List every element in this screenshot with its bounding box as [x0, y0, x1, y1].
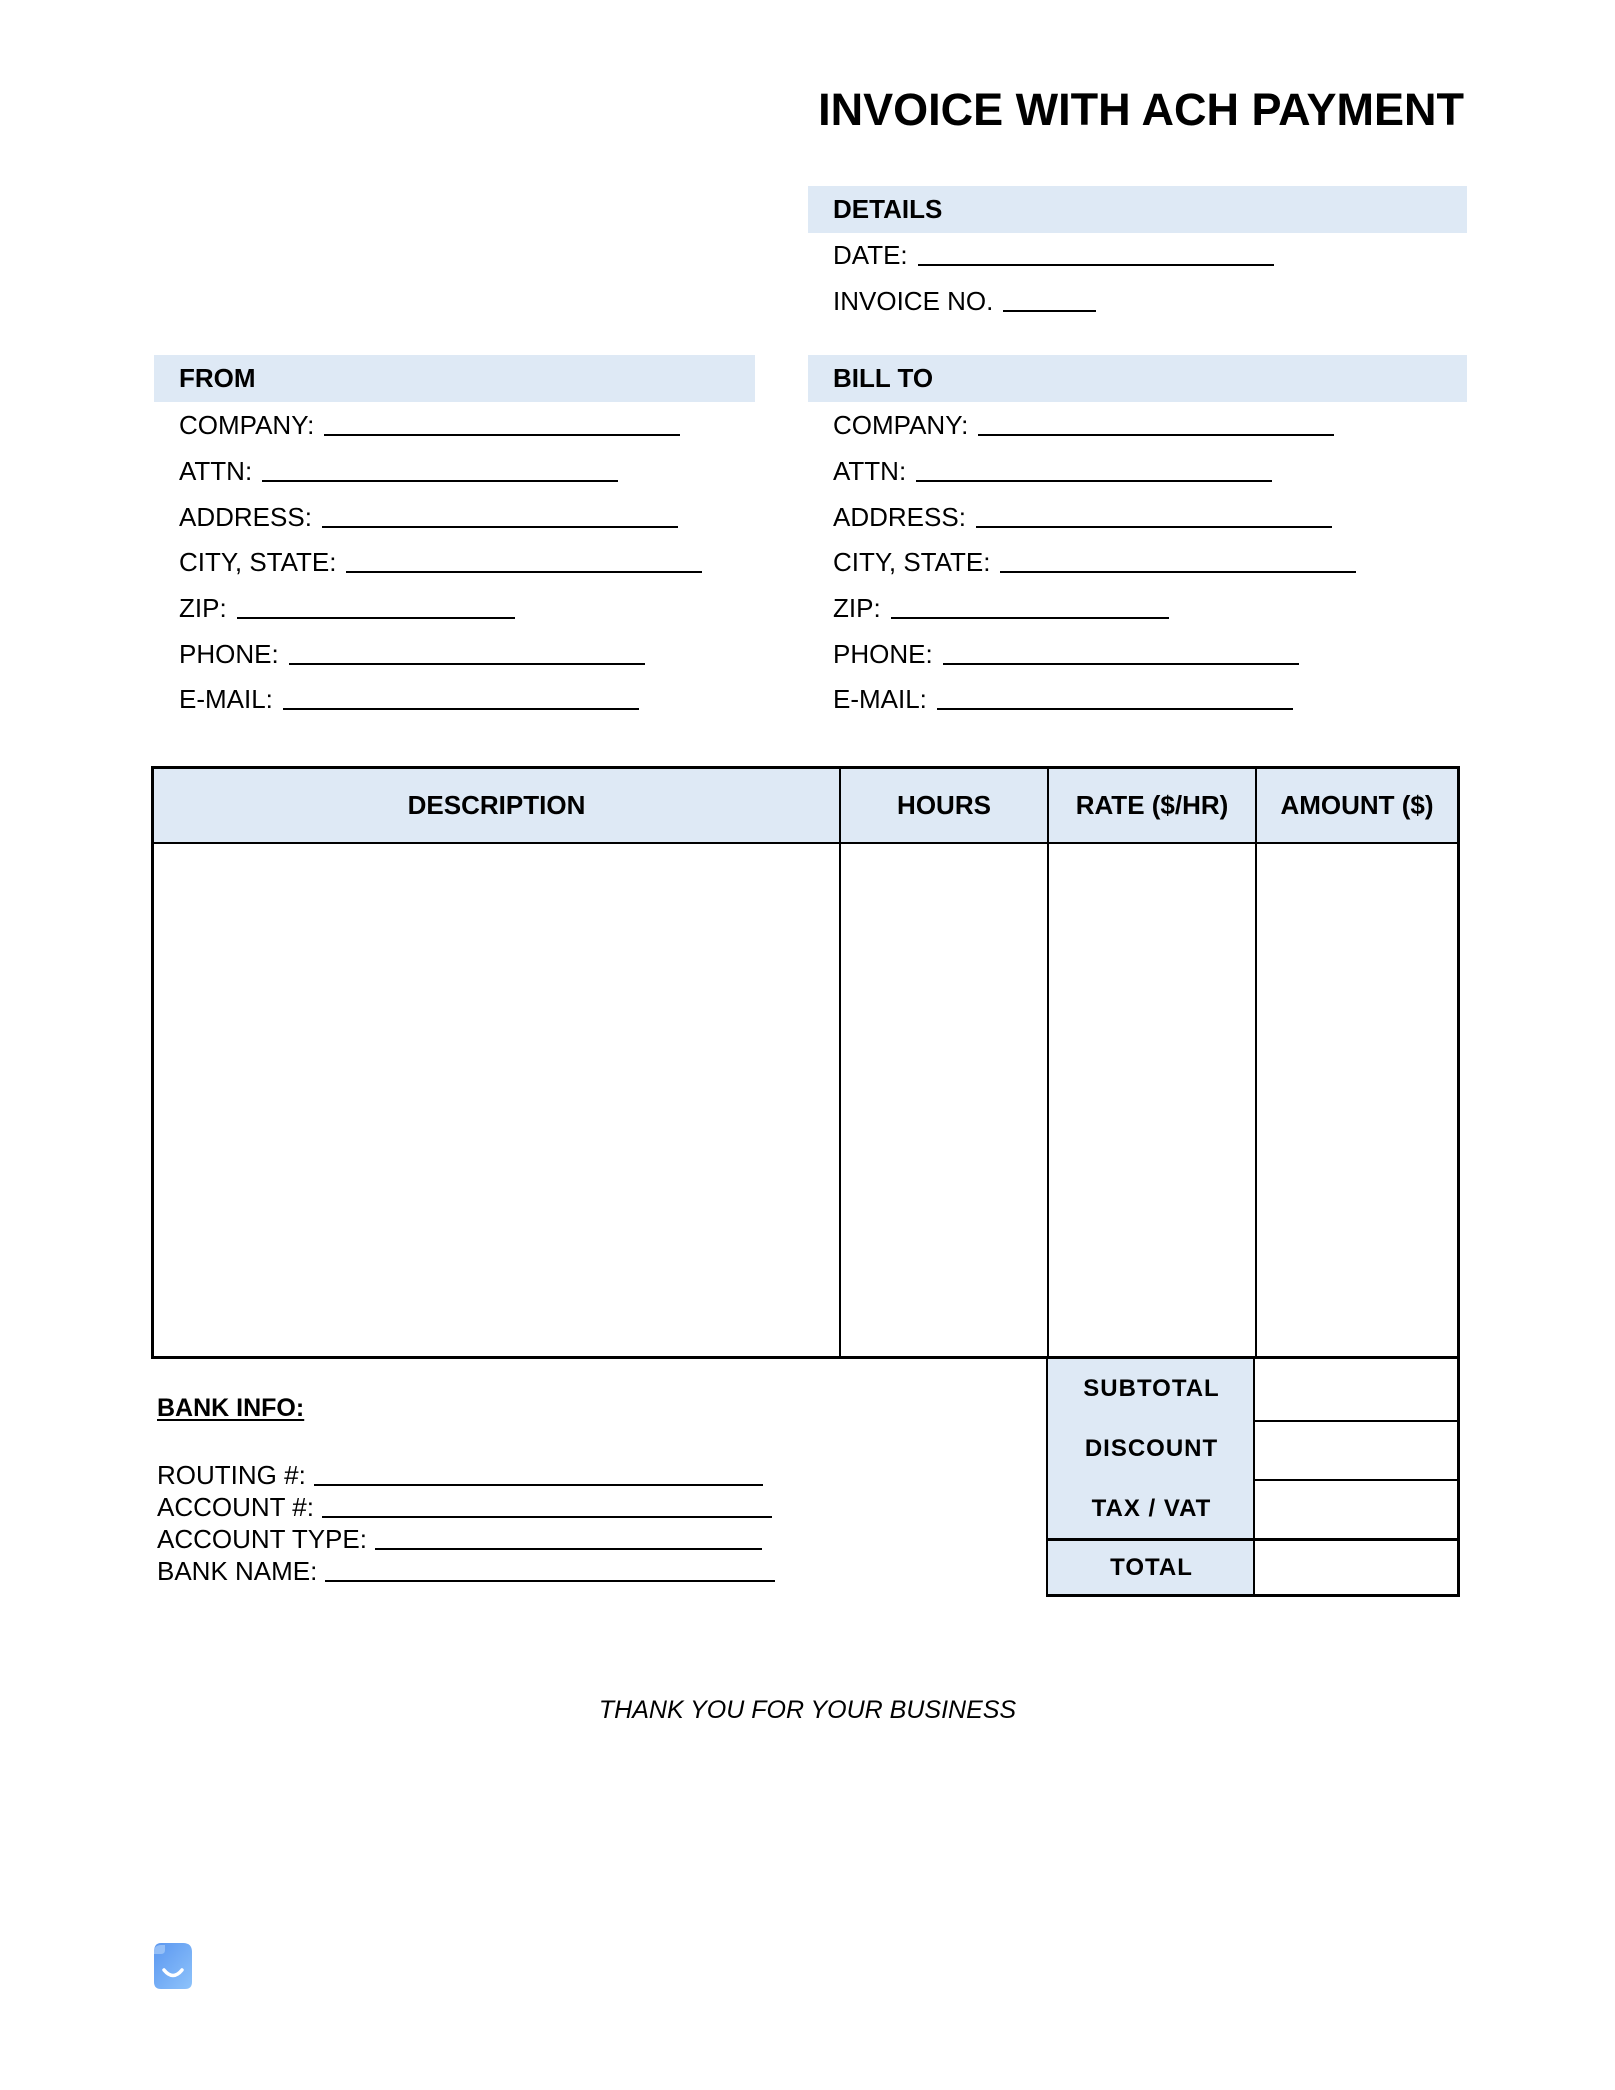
date-field[interactable]: DATE: [833, 226, 1274, 272]
bill-to-phone-field[interactable]: PHONE: [833, 625, 1299, 671]
from-attn-input-line[interactable] [262, 480, 619, 482]
hours-cell[interactable] [841, 844, 1047, 1356]
bank-info-heading: BANK INFO: [157, 1394, 305, 1422]
tax-vat-label: TAX / VAT [1091, 1495, 1212, 1522]
from-company-field[interactable]: COMPANY: [179, 396, 681, 442]
account-number-input-line[interactable] [322, 1516, 772, 1518]
from-phone-field[interactable]: PHONE: [179, 625, 645, 671]
column-header-amount: AMOUNT ($) [1280, 790, 1434, 820]
field-label: COMPANY: [833, 410, 969, 440]
bill-to-city-state-field[interactable]: CITY, STATE: [833, 533, 1357, 579]
from-email-field[interactable]: E-MAIL: [179, 670, 639, 716]
field-label: ATTN: [179, 456, 253, 486]
bill-to-company-input-line[interactable] [978, 434, 1335, 436]
from-header: FROM [154, 355, 755, 402]
thank-you-message: THANK YOU FOR YOUR BUSINESS [598, 1696, 1017, 1724]
routing-number-field[interactable]: ROUTING #: [157, 1458, 763, 1490]
bill-to-heading: BILL TO [833, 363, 934, 393]
from-city-state-field[interactable]: CITY, STATE: [179, 533, 703, 579]
tax-vat-value[interactable] [1255, 1481, 1457, 1540]
total-value[interactable] [1255, 1541, 1457, 1600]
bill-to-header: BILL TO [808, 355, 1467, 402]
from-address-input-line[interactable] [321, 526, 678, 528]
subtotal-label: SUBTOTAL [1083, 1375, 1220, 1402]
bill-to-company-field[interactable]: COMPANY: [833, 396, 1335, 442]
total-label: TOTAL [1110, 1554, 1193, 1581]
invoice-title: INVOICE WITH ACH PAYMENT [818, 84, 1464, 135]
field-label: CITY, STATE: [179, 547, 337, 577]
field-label: E-MAIL: [833, 684, 927, 714]
bill-to-zip-field[interactable]: ZIP: [833, 579, 1169, 625]
date-label: DATE: [833, 240, 908, 270]
amount-cell[interactable] [1257, 844, 1457, 1356]
from-attn-field[interactable]: ATTN: [179, 442, 619, 488]
bill-to-email-field[interactable]: E-MAIL: [833, 670, 1293, 716]
bill-to-phone-input-line[interactable] [942, 663, 1299, 665]
description-cell[interactable] [154, 844, 839, 1356]
from-zip-field[interactable]: ZIP: [179, 579, 515, 625]
document-smile-icon [153, 1942, 193, 1990]
totals-values-column [1253, 1359, 1460, 1597]
field-label: E-MAIL: [179, 684, 273, 714]
bill-to-address-field[interactable]: ADDRESS: [833, 488, 1332, 534]
field-label: PHONE: [833, 639, 933, 669]
from-phone-input-line[interactable] [288, 663, 645, 665]
column-header-hours: HOURS [897, 790, 991, 820]
field-label: ADDRESS: [179, 502, 312, 532]
account-number-field[interactable]: ACCOUNT #: [157, 1490, 772, 1522]
field-label: ACCOUNT #: [157, 1492, 314, 1522]
discount-value[interactable] [1255, 1422, 1457, 1481]
date-input-line[interactable] [917, 264, 1274, 266]
bank-name-input-line[interactable] [325, 1580, 776, 1582]
field-label: PHONE: [179, 639, 279, 669]
totals-box: SUBTOTAL DISCOUNT TAX / VAT TOTAL [1046, 1359, 1460, 1597]
bill-to-zip-input-line[interactable] [890, 617, 1169, 619]
bill-to-email-input-line[interactable] [936, 708, 1293, 710]
discount-label: DISCOUNT [1084, 1435, 1219, 1462]
field-label: BANK NAME: [157, 1556, 318, 1586]
from-city-state-input-line[interactable] [346, 571, 703, 573]
field-label: CITY, STATE: [833, 547, 991, 577]
rate-cell[interactable] [1049, 844, 1255, 1356]
column-header-rate: RATE ($/HR) [1075, 790, 1229, 820]
from-heading: FROM [179, 363, 256, 393]
bill-to-attn-field[interactable]: ATTN: [833, 442, 1273, 488]
from-email-input-line[interactable] [282, 708, 639, 710]
account-type-input-line[interactable] [374, 1548, 762, 1550]
field-label: ZIP: [179, 593, 227, 623]
from-zip-input-line[interactable] [236, 617, 515, 619]
field-label: ADDRESS: [833, 502, 966, 532]
invoice-number-label: INVOICE NO. [833, 286, 994, 316]
totals-labels-column: SUBTOTAL DISCOUNT TAX / VAT TOTAL [1046, 1359, 1253, 1597]
bill-to-city-state-input-line[interactable] [1000, 571, 1357, 573]
total-divider [1046, 1538, 1460, 1541]
routing-number-input-line[interactable] [313, 1484, 763, 1486]
field-label: ZIP: [833, 593, 881, 623]
bill-to-attn-input-line[interactable] [916, 480, 1273, 482]
table-header-row: DESCRIPTION HOURS RATE ($/HR) AMOUNT ($) [154, 769, 1457, 844]
field-label: COMPANY: [179, 410, 315, 440]
bank-name-field[interactable]: BANK NAME: [157, 1554, 776, 1586]
account-type-field[interactable]: ACCOUNT TYPE: [157, 1522, 762, 1554]
field-label: ACCOUNT TYPE: [157, 1524, 367, 1554]
column-header-description: DESCRIPTION [407, 790, 586, 820]
field-label: ATTN: [833, 456, 907, 486]
from-company-input-line[interactable] [324, 434, 681, 436]
from-address-field[interactable]: ADDRESS: [179, 488, 678, 534]
field-label: ROUTING #: [157, 1460, 306, 1490]
invoice-number-input-line[interactable] [1003, 310, 1097, 312]
invoice-number-field[interactable]: INVOICE NO. [833, 272, 1097, 318]
line-items-table: DESCRIPTION HOURS RATE ($/HR) AMOUNT ($) [151, 766, 1460, 1359]
bill-to-address-input-line[interactable] [975, 526, 1332, 528]
subtotal-value[interactable] [1255, 1359, 1457, 1418]
